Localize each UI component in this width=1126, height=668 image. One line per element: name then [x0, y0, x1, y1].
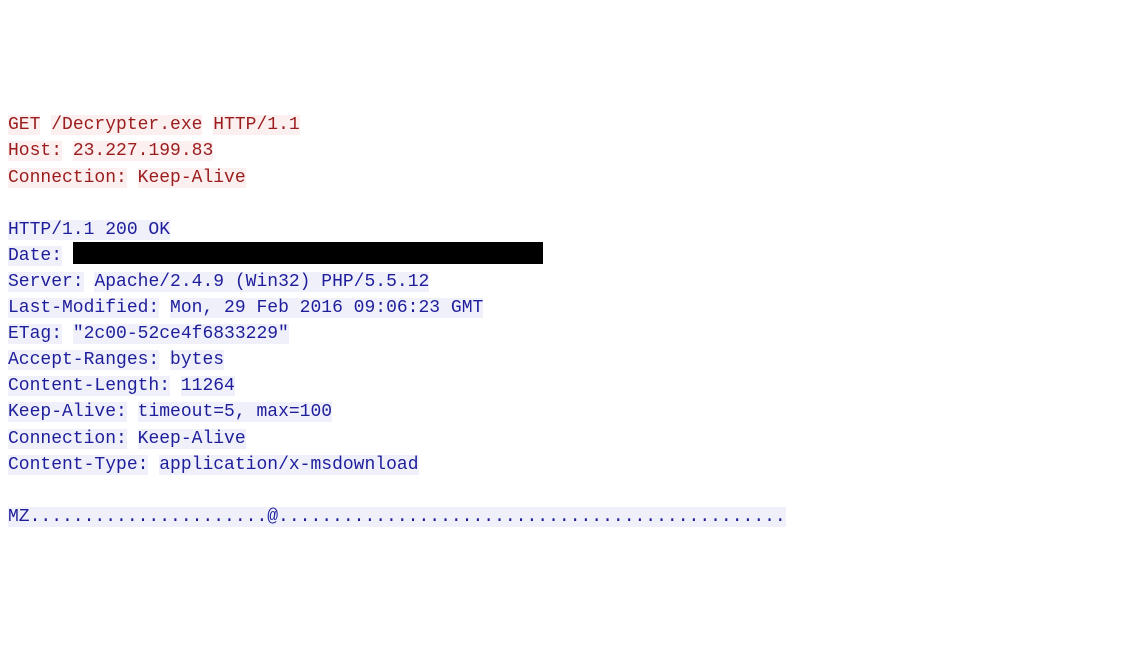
- status-text: HTTP/1.1 200 OK: [8, 220, 170, 240]
- server-label: Server:: [8, 272, 84, 292]
- request-host-header: Host: 23.227.199.83: [8, 141, 213, 161]
- response-body: MZ......................@...............…: [8, 507, 786, 527]
- response-acceptranges-header: Accept-Ranges: bytes: [8, 350, 224, 370]
- conn-label-resp: Connection:: [8, 429, 127, 449]
- response-lastmod-header: Last-Modified: Mon, 29 Feb 2016 09:06:23…: [8, 298, 483, 318]
- contentlength-label: Content-Length:: [8, 376, 170, 396]
- response-contentlength-header: Content-Length: 11264: [8, 376, 235, 396]
- conn-value: Keep-Alive: [138, 168, 246, 188]
- date-label: Date:: [8, 246, 62, 266]
- keepalive-value: timeout=5, max=100: [138, 402, 332, 422]
- response-contenttype-header: Content-Type: application/x-msdownload: [8, 455, 419, 475]
- request-proto: HTTP/1.1: [213, 115, 299, 135]
- conn-value-resp: Keep-Alive: [138, 429, 246, 449]
- request-connection-header: Connection: Keep-Alive: [8, 168, 246, 188]
- redacted-date-value: [73, 242, 543, 264]
- request-line: GET /Decrypter.exe HTTP/1.1: [8, 115, 300, 135]
- acceptranges-value: bytes: [170, 350, 224, 370]
- acceptranges-label: Accept-Ranges:: [8, 350, 159, 370]
- response-keepalive-header: Keep-Alive: timeout=5, max=100: [8, 402, 332, 422]
- host-value: 23.227.199.83: [73, 141, 213, 161]
- request-path: /Decrypter.exe: [51, 115, 202, 135]
- lastmod-label: Last-Modified:: [8, 298, 159, 318]
- response-server-header: Server: Apache/2.4.9 (Win32) PHP/5.5.12: [8, 272, 429, 292]
- lastmod-value: Mon, 29 Feb 2016 09:06:23 GMT: [170, 298, 483, 318]
- contenttype-value: application/x-msdownload: [159, 455, 418, 475]
- request-method: GET: [8, 115, 40, 135]
- response-date-header: Date:: [8, 246, 543, 266]
- response-connection-header: Connection: Keep-Alive: [8, 429, 246, 449]
- http-stream: GET /Decrypter.exe HTTP/1.1 Host: 23.227…: [8, 112, 1118, 530]
- response-status-line: HTTP/1.1 200 OK: [8, 220, 170, 240]
- contenttype-label: Content-Type:: [8, 455, 148, 475]
- etag-label: ETag:: [8, 324, 62, 344]
- keepalive-label: Keep-Alive:: [8, 402, 127, 422]
- server-value: Apache/2.4.9 (Win32) PHP/5.5.12: [94, 272, 429, 292]
- response-etag-header: ETag: "2c00-52ce4f6833229": [8, 324, 289, 344]
- etag-value: "2c00-52ce4f6833229": [73, 324, 289, 344]
- host-label: Host:: [8, 141, 62, 161]
- contentlength-value: 11264: [181, 376, 235, 396]
- conn-label: Connection:: [8, 168, 127, 188]
